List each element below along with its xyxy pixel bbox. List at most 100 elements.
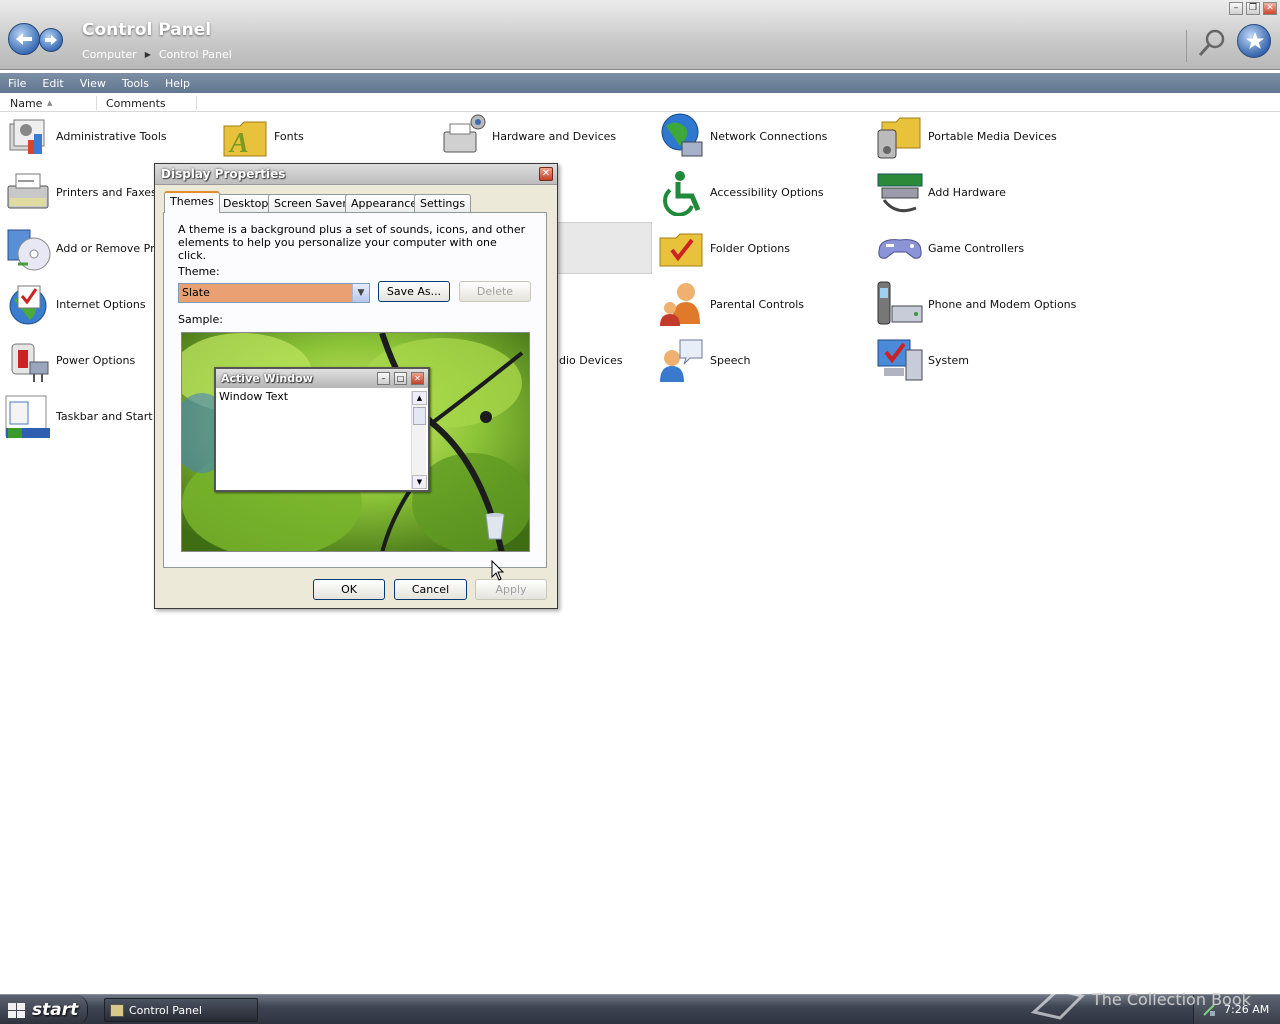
cp-item-label: Power Options [56, 353, 136, 367]
preview-window-title: Active Window [221, 372, 313, 385]
cp-item-game-controllers[interactable]: Game Controllers [876, 224, 1024, 272]
scroll-thumb [413, 407, 426, 425]
cp-item-administrative-tools[interactable]: Administrative Tools [4, 112, 167, 160]
cp-item-label: Speech [710, 353, 751, 367]
tab-screen-saver[interactable]: Screen Saver [268, 194, 353, 212]
hardware-devices-icon [440, 112, 488, 160]
cp-item-label: Hardware and Devices [492, 129, 617, 143]
search-icon[interactable] [1197, 28, 1227, 58]
printer-icon [4, 168, 52, 216]
cp-item-folder-options[interactable]: Folder Options [658, 224, 790, 272]
cp-item-add-hardware[interactable]: Add Hardware [876, 168, 1006, 216]
back-button[interactable] [8, 23, 40, 55]
cp-item-label: Network Connections [710, 129, 828, 143]
menu-file[interactable]: File [0, 77, 34, 90]
preview-maximize-icon: □ [394, 372, 407, 385]
preview-window-title-bar: Active Window – □ ✕ [216, 369, 428, 388]
cp-item-speech[interactable]: Speech [658, 336, 751, 384]
window-title-bar: Control Panel Computer ▶ Control Panel –… [0, 0, 1280, 70]
favorites-button[interactable] [1237, 24, 1271, 58]
internet-options-icon [4, 280, 52, 328]
folder-options-icon [658, 224, 706, 272]
scroll-up-icon: ▲ [412, 391, 427, 405]
theme-dropdown-value: Slate [182, 286, 210, 299]
breadcrumb-control-panel[interactable]: Control Panel [159, 48, 232, 61]
book-watermark-icon [1030, 988, 1085, 1020]
star-icon [1246, 32, 1264, 49]
taskbar-start-icon [4, 392, 52, 440]
dropdown-arrow-icon[interactable]: ▼ [352, 284, 369, 302]
tab-desktop[interactable]: Desktop [217, 194, 275, 212]
menu-edit[interactable]: Edit [34, 77, 71, 90]
breadcrumb-separator-icon[interactable]: ▶ [145, 50, 151, 59]
dialog-title-bar[interactable]: Display Properties ✕ [155, 164, 557, 185]
menu-view[interactable]: View [72, 77, 114, 90]
column-separator[interactable] [96, 96, 97, 110]
preview-active-window: Active Window – □ ✕ Window Text ▲ ▼ [214, 367, 430, 492]
power-options-icon [4, 336, 52, 384]
cp-item-taskbar-and-start-menu[interactable]: Taskbar and Start M [4, 392, 166, 440]
speech-icon [658, 336, 706, 384]
cp-item-label: Parental Controls [710, 297, 804, 311]
cp-item-hardware-and-devices[interactable]: Hardware and Devices [440, 112, 616, 160]
cp-item-system[interactable]: System [876, 336, 969, 384]
cp-item-label: Folder Options [710, 241, 790, 255]
theme-label: Theme: [178, 265, 220, 278]
game-controller-icon [876, 224, 924, 272]
tab-themes[interactable]: Themes [164, 191, 220, 213]
preview-window-text: Window Text [219, 390, 289, 403]
scroll-down-icon: ▼ [412, 475, 427, 489]
tab-settings[interactable]: Settings [414, 194, 472, 212]
display-properties-dialog: Display Properties ✕ Themes Desktop Scre… [154, 163, 558, 609]
system-icon [876, 336, 924, 384]
add-hardware-icon [876, 168, 924, 216]
cp-item-network-connections[interactable]: Network Connections [658, 112, 827, 160]
ok-button[interactable]: OK [313, 579, 385, 600]
cancel-button[interactable]: Cancel [394, 579, 467, 600]
cp-item-printers-and-faxes[interactable]: Printers and Faxes [4, 168, 157, 216]
cp-item-label: Fonts [274, 129, 304, 143]
cp-item-phone-and-modem-options[interactable]: Phone and Modem Options [876, 280, 1076, 328]
start-button[interactable]: start [0, 995, 88, 1024]
preview-minimize-icon: – [377, 372, 390, 385]
delete-button[interactable]: Delete [459, 281, 531, 302]
column-separator[interactable] [196, 96, 197, 110]
theme-dropdown[interactable]: Slate ▼ [178, 283, 370, 303]
preview-scrollbar: ▲ ▼ [411, 391, 427, 489]
minimize-button[interactable]: – [1229, 2, 1243, 15]
dialog-close-button[interactable]: ✕ [539, 167, 553, 181]
window-title: Control Panel [82, 20, 212, 40]
dialog-title: Display Properties [161, 167, 286, 181]
breadcrumb-computer[interactable]: Computer [82, 48, 137, 61]
cp-item-label: Game Controllers [928, 241, 1025, 255]
tab-appearance[interactable]: Appearance [345, 194, 424, 212]
restore-button[interactable]: ❐ [1246, 2, 1260, 15]
taskbar-button-control-panel[interactable]: Control Panel [104, 998, 258, 1022]
cp-item-label: Printers and Faxes [56, 185, 157, 199]
cp-item-portable-media-devices[interactable]: Portable Media Devices [876, 112, 1057, 160]
menu-tools[interactable]: Tools [114, 77, 157, 90]
save-as-button[interactable]: Save As... [378, 281, 450, 302]
cp-item-internet-options[interactable]: Internet Options [4, 280, 146, 328]
preview-close-icon: ✕ [411, 372, 424, 385]
cp-item-power-options[interactable]: Power Options [4, 336, 135, 384]
close-button[interactable]: ✕ [1263, 2, 1277, 15]
menu-help[interactable]: Help [157, 77, 198, 90]
column-name-header[interactable]: Name [10, 97, 42, 110]
windows-logo-icon [8, 1003, 25, 1018]
admin-tools-icon [4, 112, 52, 160]
breadcrumb: Computer ▶ Control Panel [82, 48, 232, 61]
cp-item-add-remove-programs[interactable]: Add or Remove Prog [4, 224, 168, 272]
cp-item-accessibility-options[interactable]: Accessibility Options [658, 168, 824, 216]
menu-bar: File Edit View Tools Help [0, 73, 1280, 93]
watermark-text: The Collection Book [1092, 990, 1251, 1009]
cp-item-label: System [928, 353, 970, 367]
theme-description: A theme is a background plus a set of so… [178, 223, 526, 262]
mouse-cursor-icon [491, 560, 505, 581]
column-comments-header[interactable]: Comments [106, 97, 166, 110]
apply-button[interactable]: Apply [475, 579, 547, 600]
cp-item-fonts[interactable]: A Fonts [222, 112, 304, 160]
forward-button[interactable] [39, 28, 63, 52]
back-arrow-icon [16, 33, 32, 45]
cp-item-parental-controls[interactable]: Parental Controls [658, 280, 804, 328]
